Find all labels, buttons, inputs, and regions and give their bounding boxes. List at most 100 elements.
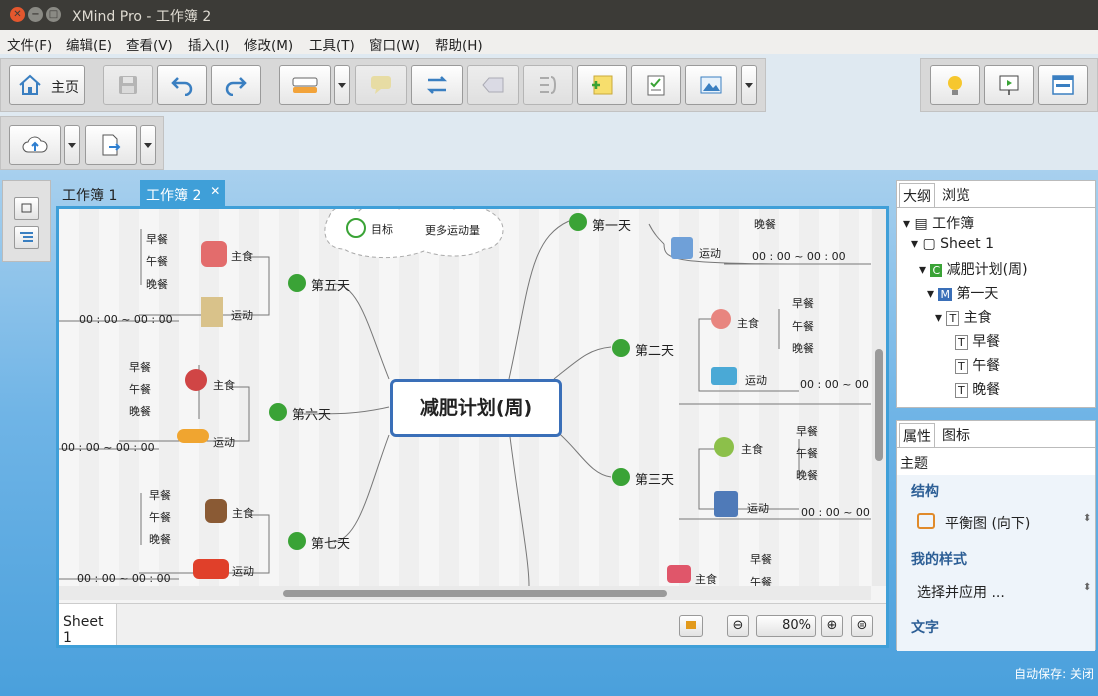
upload-button[interactable] [9,125,61,165]
day2-dinner[interactable]: 晚餐 [792,340,814,356]
day4-main-food[interactable]: 主食 [695,571,717,586]
sheet-tab[interactable]: Sheet 1 [59,604,117,645]
day5-lunch[interactable]: 午餐 [146,253,168,269]
day4-lunch[interactable]: 午餐 [750,574,772,586]
boundary-button[interactable] [467,65,519,105]
day7-lunch[interactable]: 午餐 [149,509,171,525]
day3-topic[interactable]: 第三天 [635,469,674,488]
day6-lunch[interactable]: 午餐 [129,381,151,397]
menu-window[interactable]: 窗口(W) [369,34,420,54]
day5-main-food[interactable]: 主食 [231,248,253,264]
goal-topic[interactable]: 目标 [371,221,393,237]
home-button[interactable]: 主页 [9,65,85,105]
export-dropdown[interactable] [140,125,156,165]
day6-main-food[interactable]: 主食 [213,377,235,393]
day6-dinner[interactable]: 晚餐 [129,403,151,419]
style-value[interactable]: 选择并应用 ... [917,582,1005,602]
tab-browse[interactable]: 浏览 [939,183,973,207]
brainstorm-button[interactable] [930,65,980,105]
day7-time[interactable]: 00 : 00 ~ 00 : 00 [77,572,171,585]
day7-dinner[interactable]: 晚餐 [149,531,171,547]
tab-workbook-2[interactable]: 工作簿 2 ✕ [140,180,226,206]
pause-button[interactable] [679,615,703,637]
insert-dropdown[interactable] [741,65,757,105]
day3-exercise[interactable]: 运动 [747,500,769,516]
menu-edit[interactable]: 编辑(E) [66,34,112,54]
day6-breakfast[interactable]: 早餐 [129,359,151,375]
outline-item-lunch[interactable]: T 午餐 [955,355,1000,375]
day7-topic[interactable]: 第七天 [311,533,350,552]
day1-topic[interactable]: 第一天 [592,215,631,234]
day2-exercise[interactable]: 运动 [745,372,767,388]
tab-icons[interactable]: 图标 [939,423,973,447]
maximize-window-button[interactable]: □ [46,7,61,22]
day4-breakfast[interactable]: 早餐 [750,551,772,567]
presentation-button[interactable] [984,65,1034,105]
day6-topic[interactable]: 第六天 [292,404,331,423]
outline-item-main-food[interactable]: ▾ T 主食 [935,307,992,327]
zoom-fit-button[interactable]: ⊜ [851,615,873,637]
day5-time[interactable]: 00 : 00 ~ 00 : 00 [79,313,173,326]
day7-breakfast[interactable]: 早餐 [149,487,171,503]
callout-button[interactable] [355,65,407,105]
day1-dinner[interactable]: 晚餐 [754,216,776,232]
zoom-out-button[interactable]: ⊖ [727,615,749,637]
style-spinner-icon[interactable]: ⬍ [1083,582,1091,593]
structure-value[interactable]: 平衡图 (向下) [945,513,1030,533]
menu-modify[interactable]: 修改(M) [244,34,293,54]
outline-item-central[interactable]: ▾ C 减肥计划(周) [919,259,1028,279]
outline-item-day1[interactable]: ▾ M 第一天 [927,283,998,303]
day2-breakfast[interactable]: 早餐 [792,295,814,311]
vertical-scroll-thumb[interactable] [875,349,883,461]
day7-main-food[interactable]: 主食 [232,505,254,521]
day2-lunch[interactable]: 午餐 [792,318,814,334]
save-button[interactable] [103,65,153,105]
day5-breakfast[interactable]: 早餐 [146,231,168,247]
day3-time[interactable]: 00 : 00 ~ 00 : [801,506,871,519]
horizontal-scroll-thumb[interactable] [283,590,667,597]
summary-button[interactable] [523,65,573,105]
day2-topic[interactable]: 第二天 [635,340,674,359]
close-window-button[interactable]: ✕ [10,7,25,22]
outline-item-dinner[interactable]: T 晚餐 [955,379,1000,399]
day3-dinner[interactable]: 晚餐 [796,467,818,483]
day2-time[interactable]: 00 : 00 ~ 00 : [800,378,871,391]
outline-item-sheet[interactable]: ▾ ▢ Sheet 1 [911,236,994,252]
topic-dropdown[interactable] [334,65,350,105]
day5-exercise[interactable]: 运动 [231,307,253,323]
day5-dinner[interactable]: 晚餐 [146,276,168,292]
day2-main-food[interactable]: 主食 [737,315,759,331]
day1-time[interactable]: 00 : 00 ~ 00 : 00 [752,250,846,263]
menu-help[interactable]: 帮助(H) [435,34,483,54]
insert-topic-button[interactable] [279,65,331,105]
day5-topic[interactable]: 第五天 [311,275,350,294]
day6-time[interactable]: 00 : 00 ~ 00 : 00 [61,441,155,454]
day3-lunch[interactable]: 午餐 [796,445,818,461]
tab-workbook-1[interactable]: 工作簿 1 [56,180,123,206]
tab-properties[interactable]: 属性 [899,423,935,448]
menu-view[interactable]: 查看(V) [126,34,173,54]
tab-outline[interactable]: 大纲 [899,183,935,208]
mind-map[interactable]: 减肥计划(周) 目标 更多运动量 第一天 第二天 第三天 第五天 第六天 第七天… [59,209,871,586]
day3-main-food[interactable]: 主食 [741,441,763,457]
day7-exercise[interactable]: 运动 [232,563,254,579]
day3-breakfast[interactable]: 早餐 [796,423,818,439]
layout-button[interactable] [1038,65,1088,105]
redo-button[interactable] [211,65,261,105]
export-button[interactable] [85,125,137,165]
zoom-level[interactable]: 80% [756,615,816,637]
minimize-window-button[interactable]: − [28,7,43,22]
menu-file[interactable]: 文件(F) [7,34,52,54]
menu-tools[interactable]: 工具(T) [309,34,355,54]
central-topic[interactable]: 减肥计划(周) [390,379,562,437]
close-tab-icon[interactable]: ✕ [210,184,220,198]
outline-panel-button[interactable] [14,226,39,249]
day1-exercise[interactable]: 运动 [699,245,721,261]
note-button[interactable] [577,65,627,105]
goal-note-topic[interactable]: 更多运动量 [425,222,480,238]
zoom-in-button[interactable]: ⊕ [821,615,843,637]
horizontal-scrollbar[interactable] [59,586,871,600]
day6-exercise[interactable]: 运动 [213,434,235,450]
outline-item-workbook[interactable]: ▾ ▤ 工作簿 [903,213,974,233]
upload-dropdown[interactable] [64,125,80,165]
